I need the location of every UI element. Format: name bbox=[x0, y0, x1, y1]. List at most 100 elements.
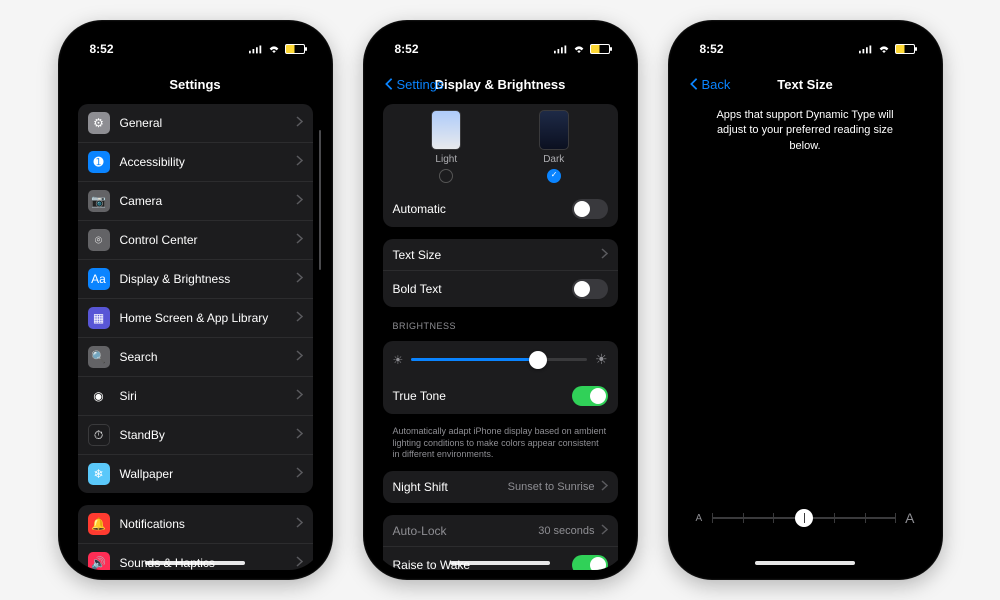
row-label: Camera bbox=[120, 194, 296, 208]
row-label: StandBy bbox=[120, 428, 296, 442]
phone-text-size: 8:52 Back Text Size Apps that support Dy… bbox=[668, 20, 943, 580]
bold-text-toggle[interactable] bbox=[572, 279, 608, 299]
settings-row-camera[interactable]: 📷Camera bbox=[78, 182, 313, 221]
light-radio[interactable] bbox=[439, 169, 453, 183]
row-label: Automatic bbox=[393, 202, 572, 216]
nav-title: Text Size bbox=[777, 77, 832, 92]
appearance-dark[interactable]: Dark bbox=[539, 110, 569, 183]
text-size-content: Apps that support Dynamic Type will adju… bbox=[678, 100, 933, 570]
true-tone-row[interactable]: True Tone bbox=[383, 378, 618, 414]
text-size-row[interactable]: Text Size bbox=[383, 239, 618, 271]
dark-radio[interactable] bbox=[547, 169, 561, 183]
bold-text-row[interactable]: Bold Text bbox=[383, 271, 618, 307]
dark-label: Dark bbox=[543, 154, 564, 165]
status-time: 8:52 bbox=[700, 42, 724, 56]
search-icon: 🔍 bbox=[88, 346, 110, 368]
back-button[interactable]: Back bbox=[688, 77, 731, 92]
true-tone-toggle[interactable] bbox=[572, 386, 608, 406]
brightness-slider[interactable] bbox=[411, 358, 587, 361]
general-icon: ⚙︎ bbox=[88, 112, 110, 134]
wifi-icon bbox=[572, 44, 586, 54]
light-label: Light bbox=[435, 154, 457, 165]
row-label: Display & Brightness bbox=[120, 272, 296, 286]
row-label: Auto-Lock bbox=[393, 524, 539, 538]
notch bbox=[745, 30, 865, 54]
settings-row-siri[interactable]: ◉ Siri bbox=[78, 377, 313, 416]
wifi-icon bbox=[877, 44, 891, 54]
wallpaper-icon: ❄︎ bbox=[88, 463, 110, 485]
battery-icon bbox=[590, 44, 610, 54]
brightness-knob[interactable] bbox=[529, 351, 547, 369]
phone-display-brightness: 8:52 Settings Display & Brightness Light bbox=[363, 20, 638, 580]
display-settings-list[interactable]: Light Dark Automatic Text Size bbox=[373, 100, 628, 570]
raise-to-wake-toggle[interactable] bbox=[572, 555, 608, 570]
sun-min-icon: ☀︎ bbox=[393, 353, 404, 367]
status-time: 8:52 bbox=[395, 42, 419, 56]
scrollbar[interactable] bbox=[319, 130, 321, 270]
automatic-row[interactable]: Automatic bbox=[383, 191, 618, 227]
notch bbox=[440, 30, 560, 54]
row-label: Bold Text bbox=[393, 282, 572, 296]
auto-lock-row[interactable]: Auto-Lock 30 seconds bbox=[383, 515, 618, 547]
row-label: True Tone bbox=[393, 389, 572, 403]
settings-row-controlcenter[interactable]: ⌾ Control Center bbox=[78, 221, 313, 260]
chevron-right-icon bbox=[296, 155, 303, 169]
settings-list[interactable]: ⚙︎ General ➊Accessibility📷Camera ⌾ Control C… bbox=[68, 100, 323, 570]
settings-row-wallpaper[interactable]: ❄︎ Wallpaper bbox=[78, 455, 313, 493]
chevron-right-icon bbox=[296, 350, 303, 364]
settings-row-search[interactable]: 🔍Search bbox=[78, 338, 313, 377]
true-tone-footnote: Automatically adapt iPhone display based… bbox=[393, 426, 608, 461]
row-label: General bbox=[120, 116, 296, 130]
settings-row-general[interactable]: ⚙︎ General bbox=[78, 104, 313, 143]
battery-icon bbox=[285, 44, 305, 54]
siri-icon: ◉ bbox=[88, 385, 110, 407]
home-indicator[interactable] bbox=[145, 561, 245, 565]
night-shift-row[interactable]: Night Shift Sunset to Sunrise bbox=[383, 471, 618, 503]
row-label: Home Screen & App Library bbox=[120, 311, 296, 325]
homescreen-icon: ▦ bbox=[88, 307, 110, 329]
text-size-slider[interactable] bbox=[712, 517, 895, 519]
notifications-icon: 🔔 bbox=[88, 513, 110, 535]
automatic-toggle[interactable] bbox=[572, 199, 608, 219]
notch bbox=[135, 30, 255, 54]
back-label: Settings bbox=[397, 77, 444, 92]
big-a-icon: A bbox=[905, 510, 914, 526]
home-indicator[interactable] bbox=[755, 561, 855, 565]
text-size-description: Apps that support Dynamic Type will adju… bbox=[678, 100, 933, 154]
settings-row-sounds[interactable]: 🔊Sounds & Haptics bbox=[78, 544, 313, 570]
chevron-right-icon bbox=[296, 311, 303, 325]
status-time: 8:52 bbox=[90, 42, 114, 56]
row-label: Accessibility bbox=[120, 155, 296, 169]
row-label: Notifications bbox=[120, 517, 296, 531]
wifi-icon bbox=[267, 44, 281, 54]
raise-to-wake-row[interactable]: Raise to Wake bbox=[383, 547, 618, 570]
brightness-slider-row: ☀︎ ☀︎ bbox=[383, 341, 618, 378]
appearance-picker: Light Dark bbox=[383, 104, 618, 191]
chevron-right-icon bbox=[296, 517, 303, 531]
settings-row-homescreen[interactable]: ▦ Home Screen & App Library bbox=[78, 299, 313, 338]
back-button[interactable]: Settings bbox=[383, 77, 444, 92]
sounds-icon: 🔊 bbox=[88, 552, 110, 570]
chevron-right-icon bbox=[296, 233, 303, 247]
row-label: Siri bbox=[120, 389, 296, 403]
chevron-right-icon bbox=[601, 480, 608, 494]
home-indicator[interactable] bbox=[450, 561, 550, 565]
settings-row-notifications[interactable]: 🔔 Notifications bbox=[78, 505, 313, 544]
settings-row-display[interactable]: AaDisplay & Brightness bbox=[78, 260, 313, 299]
row-label: Wallpaper bbox=[120, 467, 296, 481]
chevron-left-icon bbox=[688, 77, 700, 91]
back-label: Back bbox=[702, 77, 731, 92]
settings-row-standby[interactable]: ⏱ StandBy bbox=[78, 416, 313, 455]
row-label: Text Size bbox=[393, 248, 601, 262]
chevron-right-icon bbox=[296, 556, 303, 570]
dark-preview-icon bbox=[539, 110, 569, 150]
settings-row-accessibility[interactable]: ➊Accessibility bbox=[78, 143, 313, 182]
appearance-light[interactable]: Light bbox=[431, 110, 461, 183]
row-label: Control Center bbox=[120, 233, 296, 247]
chevron-right-icon bbox=[601, 248, 608, 262]
controlcenter-icon: ⌾ bbox=[88, 229, 110, 251]
chevron-right-icon bbox=[296, 116, 303, 130]
standby-icon: ⏱ bbox=[88, 424, 110, 446]
chevron-right-icon bbox=[601, 524, 608, 538]
chevron-right-icon bbox=[296, 194, 303, 208]
